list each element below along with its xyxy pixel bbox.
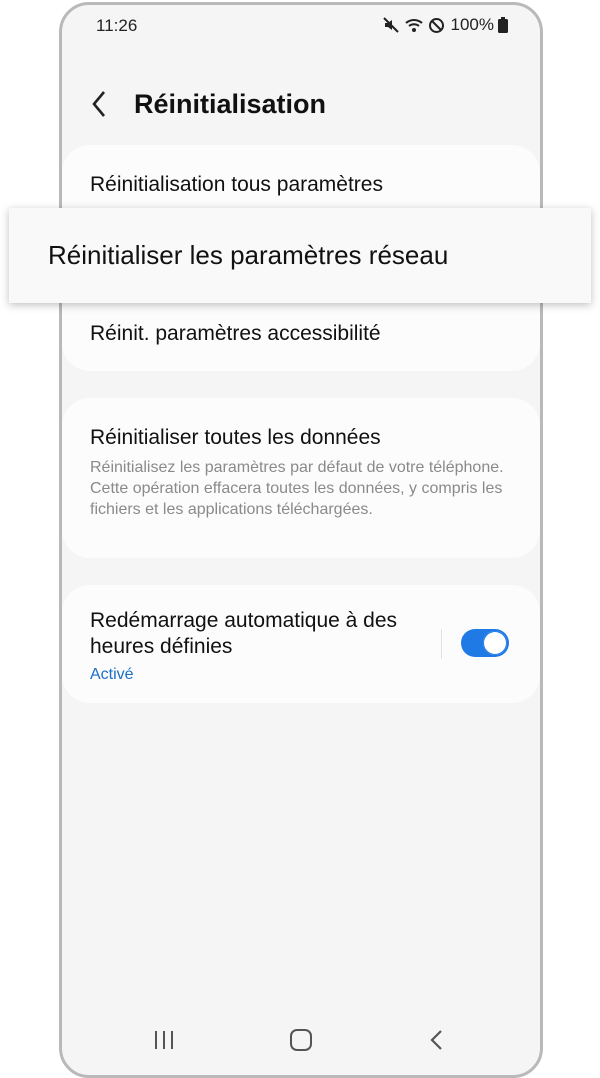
phone-frame: 11:26 100% Réinitialisation Réinitialisa… bbox=[59, 2, 543, 1078]
home-icon bbox=[281, 1029, 321, 1051]
reset-network-settings-item[interactable]: Réinitialiser les paramètres réseau bbox=[9, 208, 591, 303]
auto-restart-status: Activé bbox=[90, 666, 134, 683]
system-back-button[interactable] bbox=[417, 1029, 457, 1059]
reset-all-settings-item[interactable]: Réinitialisation tous paramètres bbox=[90, 172, 512, 198]
auto-restart-card: Redémarrage automatique à des heures déf… bbox=[62, 585, 540, 703]
navigation-bar bbox=[62, 1011, 540, 1075]
battery-icon bbox=[498, 17, 508, 33]
toggle-divider bbox=[441, 629, 442, 659]
factory-reset-card: Réinitialiser toutes les données Réiniti… bbox=[62, 398, 540, 558]
status-time: 11:26 bbox=[96, 16, 138, 35]
factory-reset-title: Réinitialiser toutes les données bbox=[90, 426, 381, 449]
factory-reset-item[interactable]: Réinitialiser toutes les données Réiniti… bbox=[90, 425, 512, 520]
home-button[interactable] bbox=[281, 1029, 321, 1059]
battery-percentage: 100% bbox=[450, 15, 494, 34]
back-button[interactable] bbox=[86, 87, 116, 121]
reset-all-settings-label: Réinitialisation tous paramètres bbox=[90, 173, 383, 196]
status-icons: 100% bbox=[382, 15, 508, 35]
factory-reset-description: Réinitialisez les paramètres par défaut … bbox=[90, 459, 504, 518]
page-title: Réinitialisation bbox=[134, 89, 327, 119]
status-bar: 11:26 100% bbox=[62, 5, 540, 49]
auto-restart-toggle[interactable] bbox=[461, 629, 509, 657]
reset-network-settings-label: Réinitialiser les paramètres réseau bbox=[48, 240, 449, 270]
mute-icon bbox=[382, 16, 400, 34]
do-not-disturb-icon bbox=[428, 17, 445, 34]
reset-accessibility-item[interactable]: Réinit. paramètres accessibilité bbox=[90, 321, 512, 347]
recent-apps-icon bbox=[144, 1029, 184, 1051]
auto-restart-item[interactable]: Redémarrage automatique à des heures déf… bbox=[90, 608, 420, 684]
back-icon bbox=[417, 1029, 457, 1051]
toggle-knob bbox=[483, 631, 507, 655]
wifi-icon bbox=[404, 16, 424, 34]
auto-restart-title: Redémarrage automatique à des heures déf… bbox=[90, 609, 398, 658]
recent-apps-button[interactable] bbox=[144, 1029, 184, 1059]
header: Réinitialisation bbox=[62, 75, 540, 135]
reset-accessibility-label: Réinit. paramètres accessibilité bbox=[90, 322, 381, 345]
back-arrow-icon bbox=[86, 91, 116, 125]
